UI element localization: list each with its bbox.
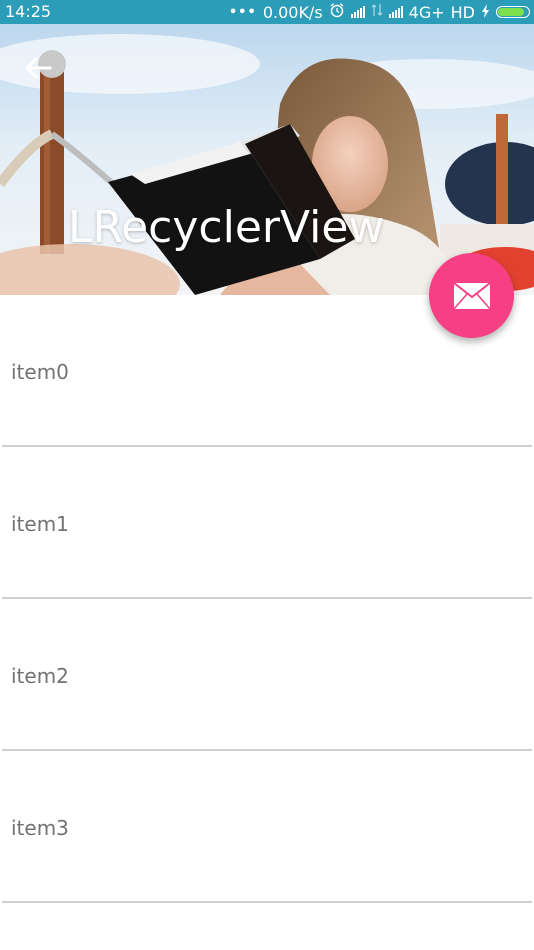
divider bbox=[2, 901, 532, 903]
hd-label: HD bbox=[450, 2, 475, 22]
list-item-label: item3 bbox=[11, 816, 69, 840]
network-type: 4G+ bbox=[408, 2, 445, 22]
mail-fab-button[interactable] bbox=[429, 253, 514, 338]
data-arrows-icon bbox=[371, 2, 383, 22]
list-item-label: item0 bbox=[11, 360, 69, 384]
list-item-label: item2 bbox=[11, 664, 69, 688]
signal-icon bbox=[350, 6, 365, 18]
lightning-icon bbox=[481, 3, 490, 22]
list-item[interactable]: item2 bbox=[0, 599, 534, 751]
list-item[interactable]: item1 bbox=[0, 447, 534, 599]
battery-icon bbox=[496, 6, 530, 18]
mail-icon bbox=[452, 281, 491, 309]
header-banner: LRecyclerView bbox=[0, 24, 534, 295]
screen: 14:25 ••• 0.00K/s 4G+ HD LRecyclerView i… bbox=[0, 0, 534, 950]
signal-icon-2 bbox=[388, 6, 403, 18]
page-title: LRecyclerView bbox=[68, 202, 385, 253]
list-item[interactable]: item3 bbox=[0, 751, 534, 903]
notification-dots: ••• bbox=[228, 4, 257, 20]
list-item-label: item1 bbox=[11, 512, 69, 536]
recycler-list[interactable]: item0 item1 item2 item3 bbox=[0, 295, 534, 903]
header-image bbox=[0, 24, 534, 295]
status-time: 14:25 bbox=[5, 2, 52, 21]
back-button[interactable] bbox=[18, 50, 58, 86]
alarm-icon bbox=[329, 2, 345, 22]
arrow-left-icon bbox=[24, 56, 52, 80]
status-indicators: ••• 0.00K/s 4G+ HD bbox=[229, 2, 530, 22]
status-bar: 14:25 ••• 0.00K/s 4G+ HD bbox=[0, 0, 534, 24]
net-speed: 0.00K/s bbox=[262, 2, 323, 22]
